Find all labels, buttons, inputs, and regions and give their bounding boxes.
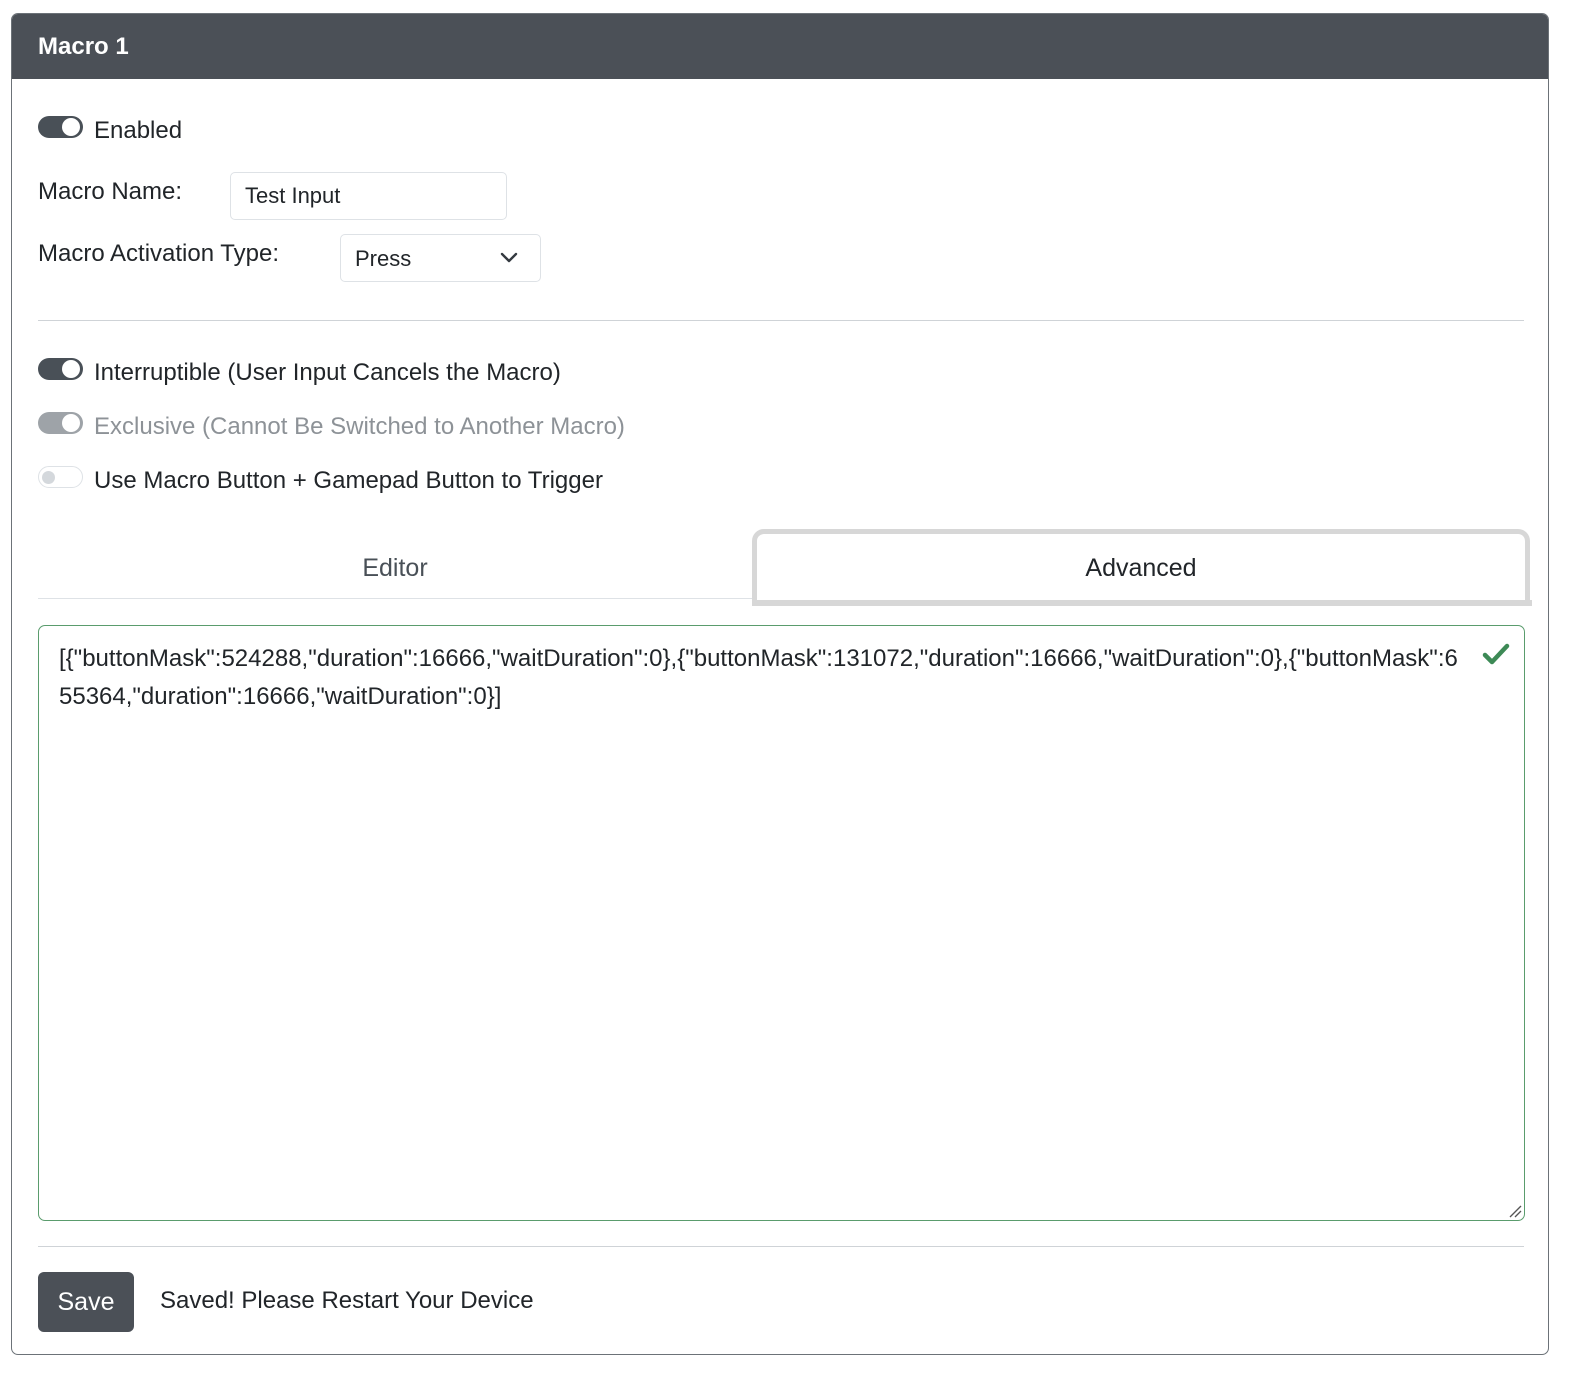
macro-json-text[interactable]: [{"buttonMask":524288,"duration":16666,"… [59, 640, 1459, 716]
chevron-down-icon [500, 252, 518, 263]
tab-editor[interactable]: Editor [38, 553, 752, 583]
activation-type-select[interactable]: Press [340, 234, 541, 282]
card-title: Macro 1 [38, 33, 129, 60]
resize-handle-icon[interactable] [1508, 1204, 1522, 1218]
enabled-toggle[interactable] [38, 116, 83, 138]
tab-advanced-base [752, 600, 1532, 606]
tab-advanced[interactable]: Advanced [752, 553, 1530, 583]
interruptible-label: Interruptible (User Input Cancels the Ma… [94, 359, 561, 386]
macro-json-textarea[interactable]: [{"buttonMask":524288,"duration":16666,"… [38, 625, 1525, 1221]
macro-card: Macro 1 Enabled Macro Name: Macro Activa… [11, 13, 1549, 1355]
interruptible-toggle[interactable] [38, 358, 83, 380]
enabled-label: Enabled [94, 117, 183, 144]
check-icon [1482, 643, 1510, 665]
save-status-message: Saved! Please Restart Your Device [160, 1287, 534, 1314]
exclusive-label: Exclusive (Cannot Be Switched to Another… [94, 413, 625, 440]
activation-type-label: Macro Activation Type: [38, 240, 280, 267]
footer-divider [38, 1246, 1524, 1247]
macro-name-label: Macro Name: [38, 178, 183, 205]
combo-trigger-toggle[interactable] [38, 466, 83, 488]
activation-type-value: Press [355, 246, 412, 271]
macro-name-input[interactable] [230, 172, 507, 220]
combo-trigger-label: Use Macro Button + Gamepad Button to Tri… [94, 467, 603, 494]
section-divider [38, 320, 1524, 321]
save-button[interactable]: Save [38, 1272, 134, 1332]
tab-underline [38, 598, 752, 599]
exclusive-toggle[interactable] [38, 412, 83, 434]
card-header: Macro 1 [12, 14, 1548, 79]
